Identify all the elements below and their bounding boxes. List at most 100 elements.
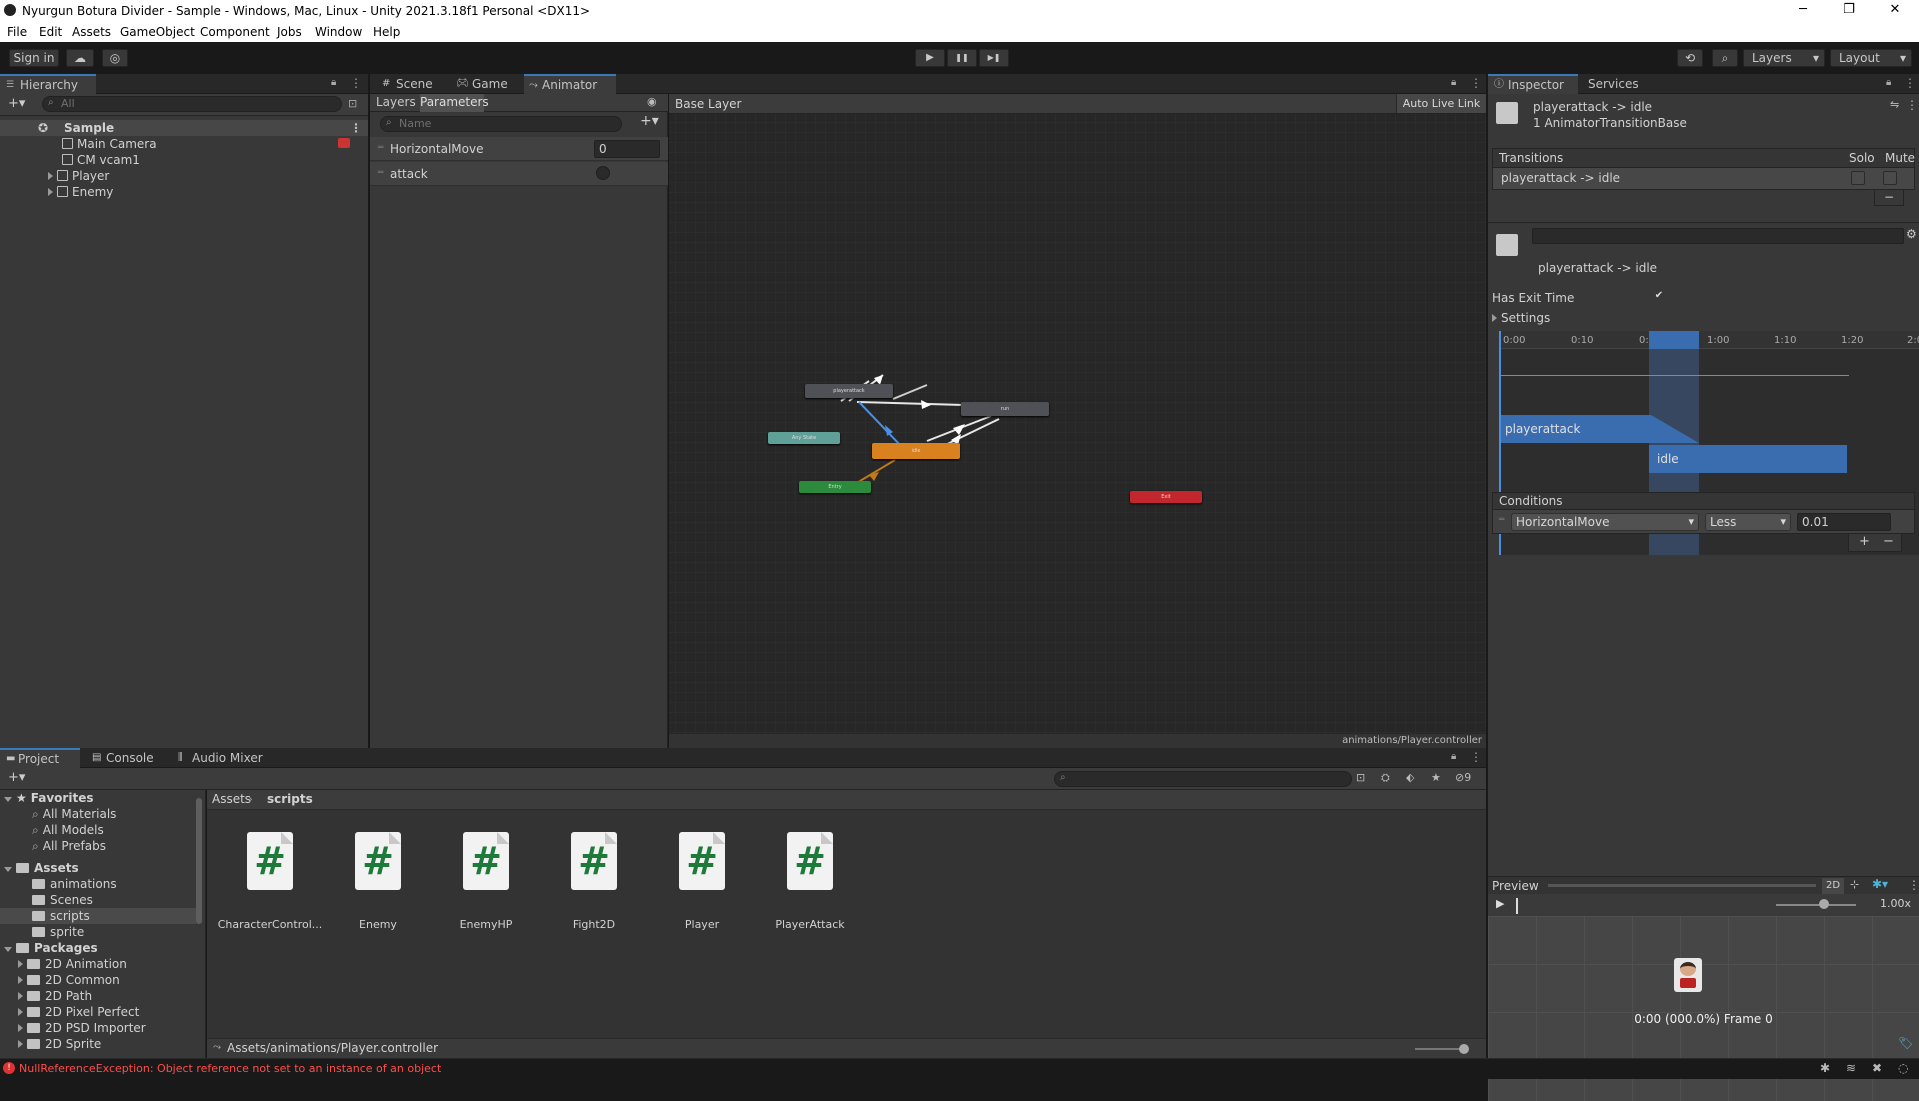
solo-checkbox[interactable] (1851, 171, 1865, 185)
gear-icon[interactable]: ⚙ (1906, 227, 1917, 241)
list-item[interactable]: Main Camera (62, 136, 157, 152)
list-item-selected[interactable]: scripts (0, 908, 196, 924)
settings-slider-icon[interactable]: ⇋ (1890, 98, 1899, 111)
lock-icon[interactable]: 🔒︎ (331, 77, 336, 88)
tab-audio-mixer[interactable]: ⫼ Audio Mixer (174, 748, 274, 768)
file-label[interactable]: Enemy (323, 918, 433, 931)
list-item[interactable]: ⌕ All Materials (32, 806, 116, 822)
project-search-input[interactable] (1054, 771, 1352, 787)
condition-operator-dropdown[interactable]: Less (1705, 513, 1791, 531)
settings-foldout[interactable]: Settings (1492, 311, 1550, 325)
add-parameter-button[interactable]: +▾ (640, 113, 659, 129)
remove-transition-button[interactable]: − (1874, 190, 1904, 206)
bug-icon[interactable]: ✱ (1820, 1061, 1830, 1075)
tab-project[interactable]: ▬ Project (0, 748, 80, 768)
menu-file[interactable]: File (7, 25, 27, 39)
sign-in-button[interactable]: Sign in (9, 49, 59, 67)
cloud-button[interactable]: ☁ (66, 49, 94, 67)
list-item[interactable]: 2D Common (18, 972, 120, 988)
transition-name-field[interactable] (1532, 228, 1904, 244)
search-by-type-icon[interactable]: ⊡ (1356, 771, 1365, 784)
lock-icon[interactable]: 🔒︎ (1451, 77, 1456, 88)
step-button[interactable]: ▶❚ (979, 49, 1009, 67)
file-label[interactable]: CharacterControl... (215, 918, 325, 931)
more-icon[interactable]: ⋮ (1904, 76, 1916, 90)
clip-bar-idle[interactable] (1649, 445, 1847, 473)
favorites-foldout[interactable]: ★ Favorites (4, 790, 93, 806)
packages-foldout[interactable]: Packages (4, 940, 98, 956)
script-file-icon[interactable]: # (355, 832, 401, 890)
breadcrumb-scripts[interactable]: scripts (267, 792, 313, 806)
status-error-message[interactable]: NullReferenceException: Object reference… (19, 1062, 441, 1075)
animator-graph[interactable]: Base Layer Auto Live Link playerattack r… (669, 94, 1486, 748)
pivot-icon[interactable]: ⊹ (1850, 878, 1859, 891)
menu-edit[interactable]: Edit (39, 25, 62, 39)
eye-icon[interactable]: ◉ (647, 95, 657, 108)
list-item[interactable]: 2D Sprite (18, 1036, 101, 1052)
remove-condition-button[interactable]: − (1883, 534, 1894, 549)
tab-console[interactable]: ▤ Console (88, 748, 168, 768)
star-icon[interactable]: ★ (1431, 771, 1441, 784)
play-button[interactable]: ▶ (915, 49, 945, 67)
menu-gameobject[interactable]: GameObject (120, 25, 195, 39)
add-condition-button[interactable]: + (1859, 534, 1870, 549)
layout-dropdown[interactable]: Layout ▾ (1830, 49, 1912, 67)
expand-arrow-icon[interactable] (48, 172, 53, 180)
menu-component[interactable]: Component (200, 25, 270, 39)
list-item[interactable]: sprite (32, 924, 84, 940)
minimize-button[interactable]: ─ (1780, 2, 1826, 17)
list-item[interactable]: Scenes (32, 892, 93, 908)
stack-icon[interactable]: ≋ (1846, 1061, 1856, 1075)
tab-animator[interactable]: ⤳ Animator (524, 74, 616, 94)
close-button[interactable]: ✕ (1872, 2, 1918, 17)
has-exit-time-checkbox[interactable]: ✔ (1652, 290, 1666, 304)
parameter-row[interactable]: ═ HorizontalMove 0 (370, 137, 668, 161)
file-label[interactable]: Fight2D (539, 918, 649, 931)
script-file-icon[interactable]: # (787, 832, 833, 890)
more-icon[interactable]: ⋮ (1470, 76, 1482, 90)
condition-parameter-dropdown[interactable]: HorizontalMove (1511, 513, 1699, 531)
more-icon[interactable]: ⋮ (350, 76, 362, 90)
transition-list-item[interactable]: playerattack -> idle (1492, 168, 1915, 190)
icon-size-slider[interactable] (1415, 1048, 1465, 1050)
scene-filter-icon[interactable]: ⊡ (348, 97, 357, 110)
transition-range-handle[interactable] (1649, 331, 1699, 349)
more-icon[interactable]: ⋮ (1470, 750, 1482, 764)
layers-dropdown[interactable]: Layers ▾ (1743, 49, 1825, 67)
state-node-exit[interactable]: Exit (1130, 491, 1202, 503)
mute-icon[interactable]: ✖ (1872, 1061, 1882, 1075)
pause-button[interactable]: ❚❚ (947, 49, 977, 67)
script-file-icon[interactable]: # (679, 832, 725, 890)
hierarchy-search-input[interactable]: All (42, 96, 342, 112)
file-label[interactable]: EnemyHP (431, 918, 541, 931)
maximize-button[interactable]: ❐ (1826, 2, 1872, 17)
state-node-entry[interactable]: Entry (799, 481, 871, 493)
menu-window[interactable]: Window (315, 25, 362, 39)
list-item[interactable]: 2D Animation (18, 956, 127, 972)
state-node-playerattack[interactable]: playerattack (805, 384, 893, 398)
list-item[interactable]: ⌕ All Prefabs (32, 838, 106, 854)
list-item[interactable]: animations (32, 876, 117, 892)
script-file-icon[interactable]: # (463, 832, 509, 890)
tab-scene[interactable]: # Scene (378, 74, 448, 94)
tab-services[interactable]: Services (1578, 74, 1658, 94)
list-item[interactable]: Player (48, 168, 109, 184)
list-item[interactable]: 2D Pixel Perfect (18, 1004, 139, 1020)
list-item[interactable]: CM vcam1 (62, 152, 140, 168)
script-file-icon[interactable]: # (571, 832, 617, 890)
file-label[interactable]: PlayerAttack (755, 918, 865, 931)
condition-value-field[interactable]: 0.01 (1797, 513, 1891, 531)
tag-icon[interactable]: 🏷︎ (1898, 1036, 1913, 1050)
progress-icon[interactable]: ◌ (1898, 1061, 1908, 1075)
state-node-any-state[interactable]: Any State (768, 432, 840, 444)
drag-handle-icon[interactable]: ═ (1499, 515, 1504, 525)
tab-inspector[interactable]: ⓘ Inspector (1488, 74, 1578, 94)
hidden-packages-icon[interactable]: ⊘9 (1455, 771, 1471, 784)
assets-foldout[interactable]: Assets (4, 860, 79, 876)
selected-transition-line[interactable] (858, 401, 902, 447)
mute-checkbox[interactable] (1883, 171, 1897, 185)
add-icon[interactable]: +▾ (8, 770, 25, 785)
drag-handle-icon[interactable]: ═ (378, 168, 383, 178)
tree-scrollbar[interactable] (196, 798, 202, 924)
search-button[interactable]: ⌕ (1712, 49, 1738, 67)
